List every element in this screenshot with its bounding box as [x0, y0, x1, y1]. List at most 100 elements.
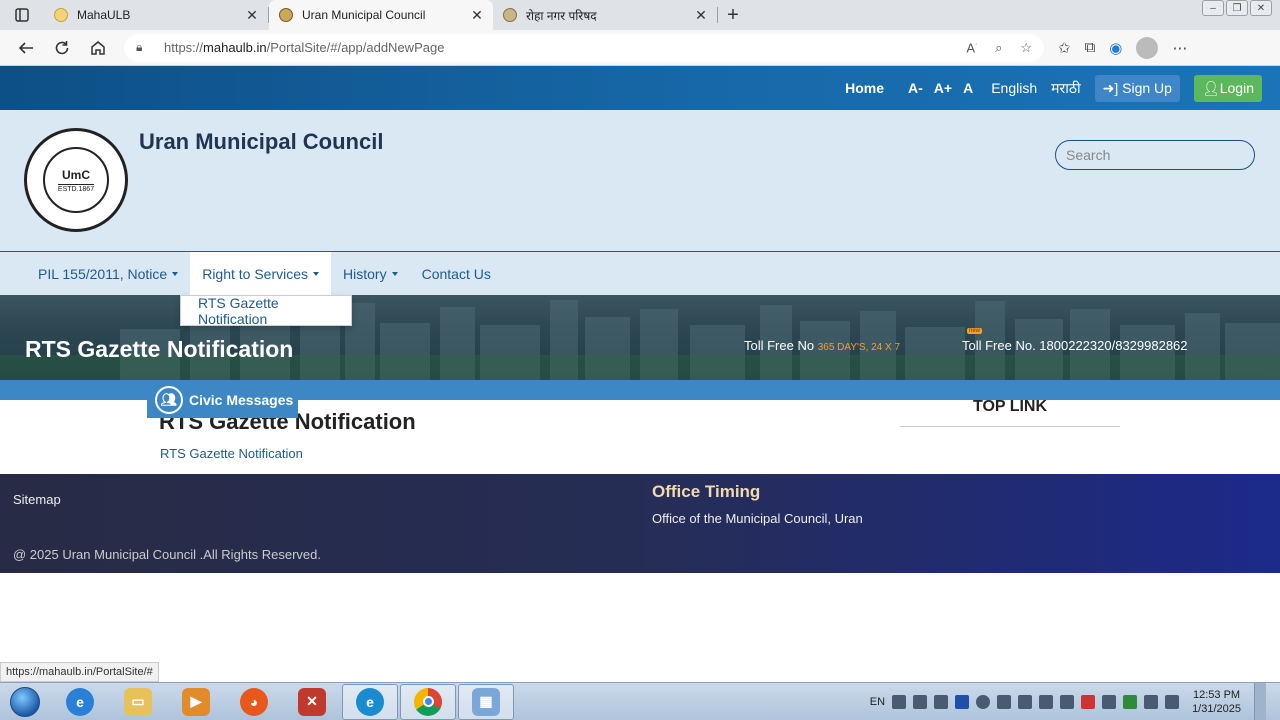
close-tab-icon[interactable]: ✕	[469, 7, 485, 24]
english-link[interactable]: English	[991, 80, 1037, 96]
tab-actions-button[interactable]	[0, 0, 44, 30]
lock-icon[interactable]: 🔒︎	[136, 40, 158, 55]
taskbar-ie[interactable]: e	[52, 684, 108, 720]
show-desktop-button[interactable]	[1254, 683, 1266, 720]
file-explorer-icon: ▭	[124, 687, 152, 716]
windows-logo-icon	[10, 686, 40, 717]
window-controls: – ❐ ✕	[1202, 0, 1272, 16]
volume-icon[interactable]	[934, 695, 949, 709]
nav-item-history[interactable]: History	[331, 252, 410, 295]
sitemap-link[interactable]: Sitemap	[13, 492, 61, 507]
tray-q-icon[interactable]	[1123, 695, 1138, 709]
favorites-icon[interactable]: ✩	[1058, 39, 1071, 57]
taskbar-app-red[interactable]: ✕	[284, 684, 340, 720]
civic-messages-button[interactable]: 👥︎ Civic Messages	[147, 381, 298, 418]
url-field[interactable]: 🔒︎ https://mahaulb.in/PortalSite/#/app/a…	[124, 33, 1044, 62]
new-badge: new	[967, 328, 983, 334]
close-window-button[interactable]: ✕	[1250, 0, 1272, 16]
marathi-link[interactable]: मराठी	[1051, 79, 1080, 98]
tray-app-icon[interactable]	[1102, 695, 1117, 709]
home-icon	[91, 40, 105, 55]
tray-device-icon[interactable]	[913, 695, 928, 709]
users-icon: 👥︎	[155, 385, 183, 414]
signup-button[interactable]: ➜] Sign Up	[1094, 74, 1180, 102]
taskbar-edge[interactable]: e	[342, 683, 398, 720]
taskbar-explorer[interactable]: ▭	[110, 684, 166, 720]
tollfree-info: Toll Free No 365 DAY'S, 24 X 7	[744, 338, 900, 353]
tray-skype-icon[interactable]	[976, 695, 991, 709]
windows-taskbar: e ▭ ▶ ◕ ✕ e ▦ EN 12:53 PM 1/31/2025	[0, 682, 1280, 720]
network-icon[interactable]	[1018, 695, 1033, 709]
taskbar-media[interactable]: ▶	[168, 684, 224, 720]
restore-button[interactable]: ❐	[1226, 0, 1248, 16]
login-button[interactable]: 👤︎Login	[1193, 74, 1262, 102]
tray-n-icon[interactable]	[955, 695, 970, 709]
taskbar-chrome[interactable]	[400, 683, 456, 720]
more-menu-icon[interactable]: ⋯	[1172, 39, 1187, 57]
browser-tab-roha[interactable]: रोहा नगर परिषद ✕	[493, 0, 717, 30]
red-app-icon: ✕	[298, 687, 326, 716]
media-player-icon: ▶	[182, 687, 210, 716]
rts-gazette-link[interactable]: RTS Gazette Notification	[160, 446, 303, 461]
roha-favicon-icon	[503, 8, 517, 22]
firefox-icon: ◕	[240, 687, 268, 716]
font-decrease-link[interactable]: A-	[908, 80, 923, 96]
start-button[interactable]	[0, 683, 50, 720]
new-tab-button[interactable]: +	[718, 0, 748, 30]
signup-label: Sign Up	[1122, 79, 1172, 96]
logo-estd: ESTD.1867	[57, 183, 95, 193]
nav-item-contact-us[interactable]: Contact Us	[410, 252, 503, 295]
reload-icon	[55, 40, 69, 54]
read-aloud-icon[interactable]: Aᐧ	[966, 40, 977, 56]
mahaulb-favicon-icon	[54, 8, 68, 22]
clock-time: 12:53 PM	[1192, 689, 1241, 701]
action-center-flag-icon[interactable]	[1144, 695, 1159, 709]
taskbar-calculator[interactable]: ▦	[458, 683, 514, 720]
site-title: Uran Municipal Council	[139, 129, 384, 154]
taskbar-firefox[interactable]: ◕	[226, 684, 282, 720]
bluetooth-icon[interactable]	[997, 695, 1012, 709]
language-indicator[interactable]: EN	[870, 696, 885, 708]
close-tab-icon[interactable]: ✕	[693, 7, 709, 24]
caret-down-icon	[313, 271, 320, 276]
copyright-text: @ 2025 Uran Municipal Council .All Right…	[13, 547, 322, 562]
zoom-icon[interactable]: ⌕	[995, 40, 1002, 56]
dropdown-item-rts-gazette[interactable]: RTS Gazette Notification	[198, 295, 351, 327]
tollfree-label: Toll Free No	[744, 338, 815, 353]
tray-shield-icon[interactable]	[1039, 695, 1054, 709]
font-normal-link[interactable]: A	[963, 80, 973, 96]
home-link[interactable]: Home	[845, 80, 884, 96]
browser-tab-uran[interactable]: Uran Municipal Council ✕	[269, 0, 493, 30]
url-path: /PortalSite/#/app/addNewPage	[266, 40, 445, 55]
nav-item-right-to-services[interactable]: Right to Services	[190, 252, 332, 295]
search-input[interactable]	[1066, 147, 1247, 163]
font-increase-link[interactable]: A+	[934, 80, 952, 96]
add-favorite-icon[interactable]: ☆	[1020, 40, 1032, 56]
edge-copilot-icon[interactable]: ◉	[1109, 39, 1122, 57]
reload-button[interactable]	[44, 30, 80, 66]
collections-icon[interactable]: ⧉	[1085, 39, 1096, 56]
tollfree-availability: 365 DAY'S, 24 X 7	[817, 342, 901, 353]
tray-keyboard-icon[interactable]	[892, 695, 907, 709]
logo-emblem: UmC ESTD.1867	[43, 147, 109, 213]
browser-tab-mahaulb[interactable]: MahaULB ✕	[44, 0, 268, 30]
system-clock[interactable]: 12:53 PM 1/31/2025	[1192, 688, 1241, 716]
close-tab-icon[interactable]: ✕	[244, 7, 260, 24]
minimize-button[interactable]: –	[1202, 0, 1224, 16]
nav-item-pil-notice[interactable]: PIL 155/2011, Notice	[26, 252, 190, 295]
back-button[interactable]	[8, 30, 44, 66]
site-footer: Sitemap @ 2025 Uran Municipal Council .A…	[0, 474, 1280, 573]
tray-printer-icon[interactable]	[1165, 695, 1180, 709]
url-domain: mahaulb.in	[203, 40, 267, 55]
chrome-icon	[414, 687, 442, 716]
tray-red-icon[interactable]	[1081, 695, 1096, 709]
office-timing-heading: Office Timing	[652, 482, 761, 501]
profile-avatar[interactable]	[1136, 36, 1159, 59]
site-header: UmC ESTD.1867 Uran Municipal Council	[0, 110, 1280, 252]
address-bar-row: 🔒︎ https://mahaulb.in/PortalSite/#/app/a…	[0, 30, 1280, 66]
status-url: https://mahaulb.in/PortalSite/#	[0, 662, 159, 682]
tab-actions-icon	[15, 8, 29, 22]
tray-update-icon[interactable]	[1060, 695, 1075, 709]
council-logo[interactable]: UmC ESTD.1867	[24, 128, 128, 232]
home-button[interactable]	[80, 30, 116, 66]
